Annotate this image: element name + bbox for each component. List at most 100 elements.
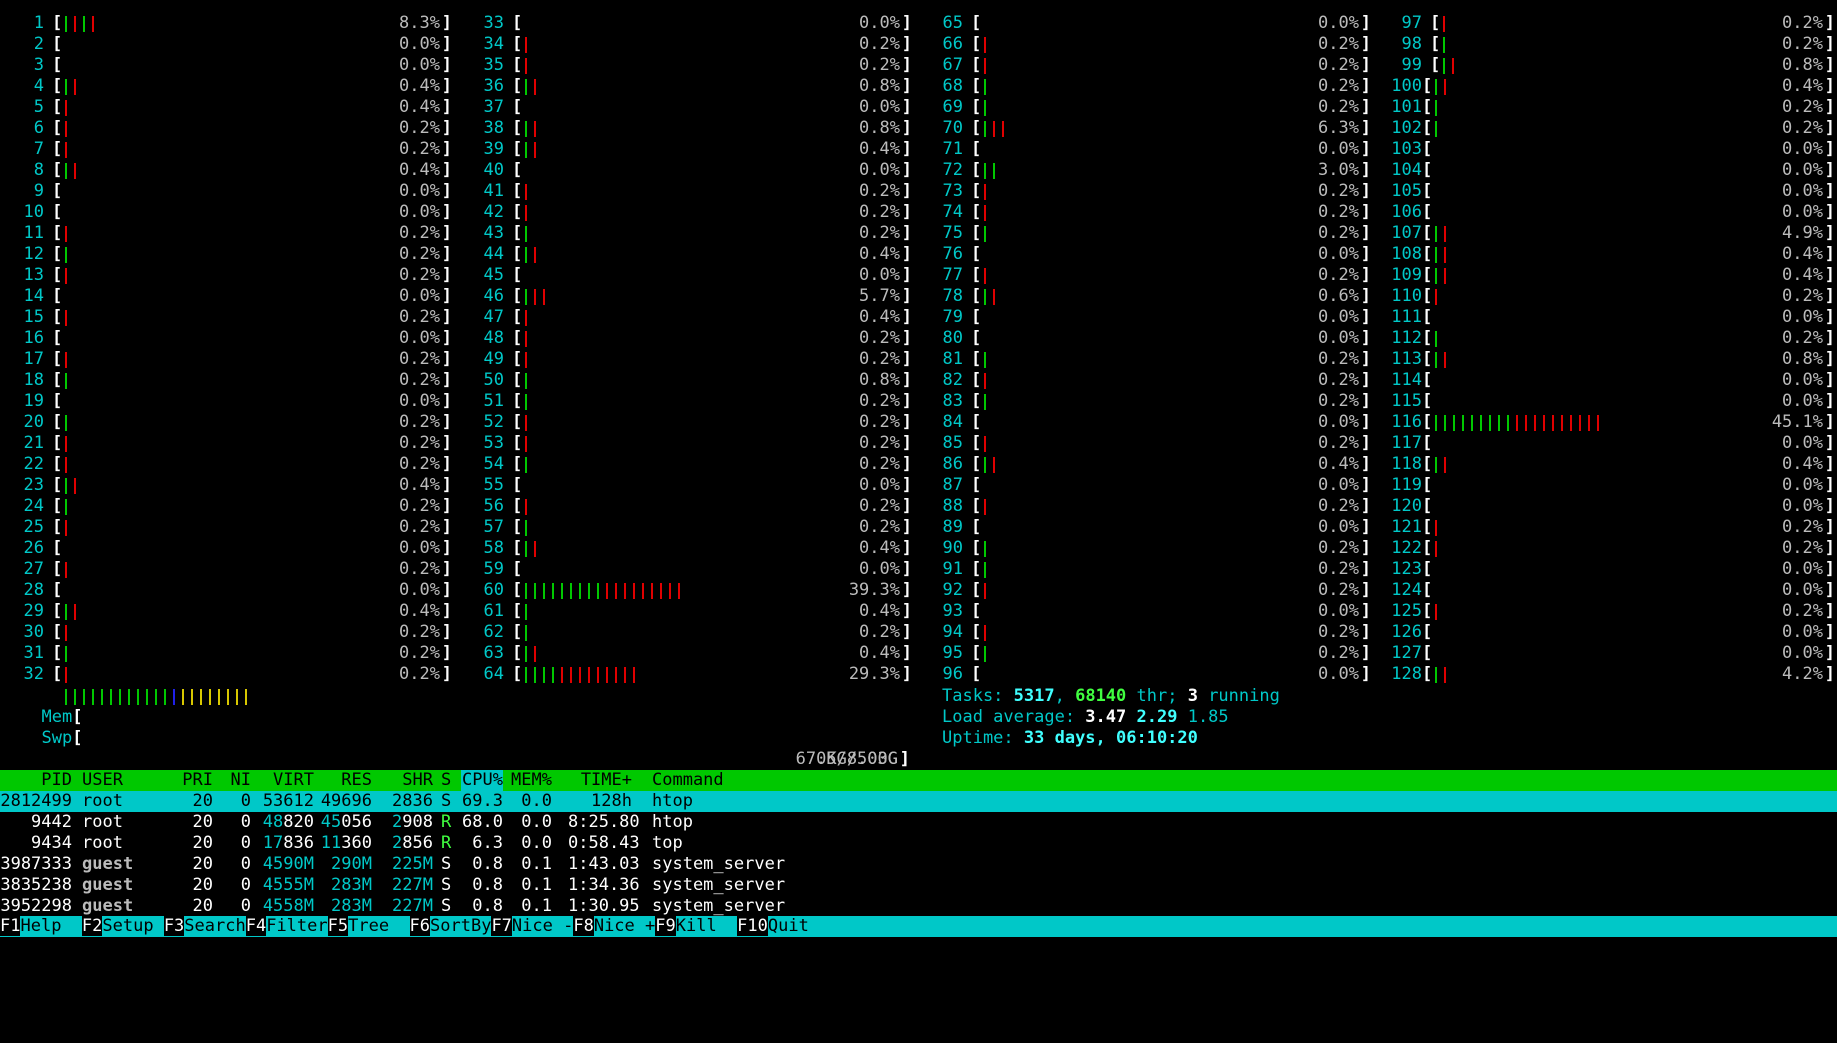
col-res[interactable]: RES xyxy=(318,770,372,791)
function-key-f1[interactable]: F1 xyxy=(0,916,21,936)
function-key-f4[interactable]: F4 xyxy=(245,916,267,936)
function-label[interactable]: Nice - xyxy=(511,916,574,936)
usage-tick xyxy=(62,454,71,475)
meter-bracket-left: [ xyxy=(971,349,982,369)
col-mem[interactable]: MEM% xyxy=(509,770,552,791)
cpu-meter: 38 [0.8%] xyxy=(460,118,912,139)
cpu-usage-bar xyxy=(62,622,71,643)
nice: 0 xyxy=(240,875,251,895)
cpu-meter: 66 [0.2%] xyxy=(919,34,1371,55)
col-shr[interactable]: SHR xyxy=(382,770,433,791)
cpu-usage-bar xyxy=(1432,601,1441,622)
virt: 48820 xyxy=(262,812,314,832)
function-label[interactable]: Help xyxy=(20,916,82,936)
usage-tick xyxy=(161,686,170,707)
usage-tick xyxy=(549,580,558,601)
cpu-meter: 40 [0.0%] xyxy=(460,160,912,181)
function-key-f3[interactable]: F3 xyxy=(163,916,185,936)
col-command[interactable]: Command xyxy=(652,770,724,791)
command: htop xyxy=(652,791,693,811)
function-label[interactable]: Kill xyxy=(675,916,738,936)
cpu-usage-bar xyxy=(522,349,531,370)
usage-tick xyxy=(1441,664,1450,685)
cpu-percent: 0.2% xyxy=(399,349,440,369)
function-key-f6[interactable]: F6 xyxy=(409,916,431,936)
function-key-f8[interactable]: F8 xyxy=(573,916,594,936)
function-label[interactable]: Setup xyxy=(102,916,164,936)
usage-tick xyxy=(1432,454,1441,475)
usage-tick xyxy=(531,139,540,160)
process-row-selected[interactable]: 2812499 root 20 0 53612 49696 2836 S 69.3 0.0 128h… xyxy=(0,791,1837,812)
meter-bracket-right: ] xyxy=(1360,601,1371,621)
function-label[interactable]: SortBy xyxy=(430,916,492,936)
col-pid[interactable]: PID xyxy=(0,770,72,791)
usage-tick xyxy=(1585,412,1594,433)
cpu-percent: 0.4% xyxy=(859,538,900,558)
cpu-percent: 0.0% xyxy=(1782,643,1823,663)
cpu-meter: 128[4.2%] xyxy=(1378,664,1835,685)
meter-bracket-left: [ xyxy=(1430,34,1441,54)
cpu-number: 113 xyxy=(1391,349,1422,369)
meter-bracket-right: ] xyxy=(1824,265,1835,285)
cpu-usage-bar xyxy=(522,34,531,55)
meter-bracket-left: [ xyxy=(512,202,523,222)
function-label[interactable]: Nice + xyxy=(593,916,656,936)
function-key-f10[interactable]: F10 xyxy=(737,916,768,936)
meter-bracket-left: [ xyxy=(971,475,982,495)
cpu-meter: 67 [0.2%] xyxy=(919,55,1371,76)
cpu-number: 3 xyxy=(33,55,44,75)
cpu-usage-bar xyxy=(522,328,531,349)
cpu-percent: 0.4% xyxy=(399,160,440,180)
cpu-number: 51 xyxy=(483,391,504,411)
cpu-number: 45 xyxy=(483,265,504,285)
cpu-meter: 5 [0.4%] xyxy=(0,97,452,118)
function-label[interactable]: Search xyxy=(184,916,246,936)
cpu-percent: 0.2% xyxy=(859,181,900,201)
mem-percent: 0.0 xyxy=(521,791,552,811)
meter-bracket-left: [ xyxy=(512,97,523,117)
process-row[interactable]: 3835238 guest 20 0 4555M 283M 227M S 0.8 0.1 1:34.… xyxy=(0,875,1837,896)
meter-bracket-right: ] xyxy=(1824,496,1835,516)
function-key-f2[interactable]: F2 xyxy=(81,916,103,936)
meter-bracket-right: ] xyxy=(441,454,452,474)
cpu-percent: 4.9% xyxy=(1782,223,1823,243)
cpu-meter: 64 [29.3%] xyxy=(460,664,912,685)
col-state[interactable]: S xyxy=(441,770,451,791)
col-virt[interactable]: VIRT xyxy=(258,770,314,791)
function-key-f7[interactable]: F7 xyxy=(491,916,512,936)
usage-tick xyxy=(522,286,531,307)
cpu-usage-bar xyxy=(981,55,990,76)
cpu-number: 86 xyxy=(942,454,963,474)
cpu-meter: 88 [0.2%] xyxy=(919,496,1371,517)
meter-bracket-right: ] xyxy=(441,643,452,663)
process-row[interactable]: 3987333 guest 20 0 4590M 290M 225M S 0.8 0.1 1:43.… xyxy=(0,854,1837,875)
function-label[interactable]: Filter xyxy=(266,916,328,936)
col-cpu[interactable]: CPU% xyxy=(461,770,503,791)
meter-bracket-left: [ xyxy=(971,496,982,516)
cpu-percent: 0.4% xyxy=(399,76,440,96)
process-row[interactable]: 9442 root 20 0 48820 45056 2908 R 68.0 0.0 8:25.80… xyxy=(0,812,1837,833)
usage-tick xyxy=(1540,412,1549,433)
function-key-f5[interactable]: F5 xyxy=(327,916,349,936)
function-key-f9[interactable]: F9 xyxy=(655,916,676,936)
meter-bracket-right: ] xyxy=(901,538,912,558)
col-ni[interactable]: NI xyxy=(220,770,251,791)
usage-tick xyxy=(522,538,531,559)
cpu-meter: 90 [0.2%] xyxy=(919,538,1371,559)
cpu-usage-bar xyxy=(522,244,540,265)
function-label[interactable]: Tree xyxy=(348,916,410,936)
col-time[interactable]: TIME+ xyxy=(568,770,632,791)
usage-tick xyxy=(62,475,71,496)
col-user[interactable]: USER xyxy=(82,770,123,791)
usage-tick xyxy=(1441,76,1450,97)
process-row[interactable]: 3952298 guest 20 0 4558M 283M 227M S 0.8 0.1 1:30.… xyxy=(0,896,1837,917)
cpu-number: 31 xyxy=(23,643,44,663)
meter-bracket-right: ] xyxy=(901,664,912,684)
cpu-number: 94 xyxy=(942,622,963,642)
cpu-percent: 0.4% xyxy=(859,601,900,621)
cpu-number: 5 xyxy=(33,97,44,117)
col-pri[interactable]: PRI xyxy=(176,770,213,791)
cpu-percent: 0.0% xyxy=(1318,664,1359,684)
function-label[interactable]: Quit xyxy=(767,916,809,936)
process-row[interactable]: 9434 root 20 0 17836 11360 2856 R 6.3 0.0 0:58.43 t… xyxy=(0,833,1837,854)
